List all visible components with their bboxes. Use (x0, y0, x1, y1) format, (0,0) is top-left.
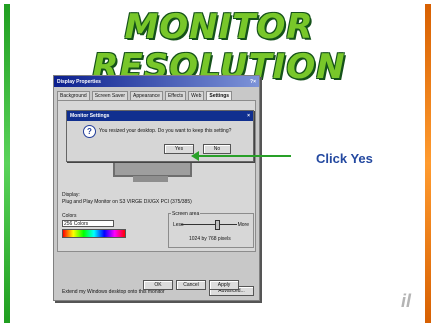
monitor-settings-message: You resized your desktop. Do you want to… (99, 128, 232, 134)
less-label: Less (173, 222, 184, 228)
tab-appearance[interactable]: Appearance (129, 91, 163, 100)
screen-area-slider-track[interactable] (181, 224, 237, 225)
question-icon: ? (83, 125, 96, 138)
display-properties-title: Display Properties (57, 78, 101, 85)
ok-button[interactable]: OK (143, 280, 173, 290)
no-button[interactable]: No (203, 144, 231, 154)
click-yes-callout: Click Yes (316, 151, 373, 166)
display-value: Plug and Play Monitor on S3 VIRGE DX/GX … (62, 199, 192, 205)
logo-icon: il (400, 291, 411, 311)
screen-area-group: Screen area Less More 1024 by 768 pixels (168, 211, 254, 248)
close-icon[interactable]: × (247, 113, 250, 119)
color-palette-preview (62, 229, 126, 238)
tab-screen-saver[interactable]: Screen Saver (91, 91, 128, 100)
monitor-settings-title: Monitor Settings (70, 113, 110, 119)
screen-area-slider-thumb[interactable] (215, 220, 220, 230)
monitor-settings-titlebar: Monitor Settings × (67, 111, 253, 121)
screen-area-label: Screen area (171, 211, 201, 217)
title-controls[interactable]: ?× (250, 79, 256, 85)
tab-background[interactable]: Background (57, 91, 90, 100)
resolution-value: 1024 by 768 pixels (189, 236, 231, 242)
colors-label: Colors (62, 213, 77, 219)
monitor-stand (133, 175, 168, 182)
arrow-line (197, 155, 291, 157)
cancel-button[interactable]: Cancel (176, 280, 206, 290)
slide-title: MONITOR RESOLUTION (92, 7, 346, 87)
apply-button[interactable]: Apply (209, 280, 239, 290)
display-properties-dialog: Display Properties ?× Background Screen … (53, 75, 260, 301)
display-properties-titlebar: Display Properties ?× (54, 76, 259, 87)
display-label: Display: (62, 192, 80, 198)
more-label: More (237, 222, 249, 228)
yes-button[interactable]: Yes (164, 144, 194, 154)
colors-select[interactable]: 256 Colors (62, 220, 114, 227)
display-properties-tabs: Background Screen Saver Appearance Effec… (57, 91, 256, 100)
tab-settings[interactable]: Settings (206, 91, 233, 100)
tab-web[interactable]: Web (188, 91, 205, 100)
tab-effects[interactable]: Effects (164, 91, 187, 100)
